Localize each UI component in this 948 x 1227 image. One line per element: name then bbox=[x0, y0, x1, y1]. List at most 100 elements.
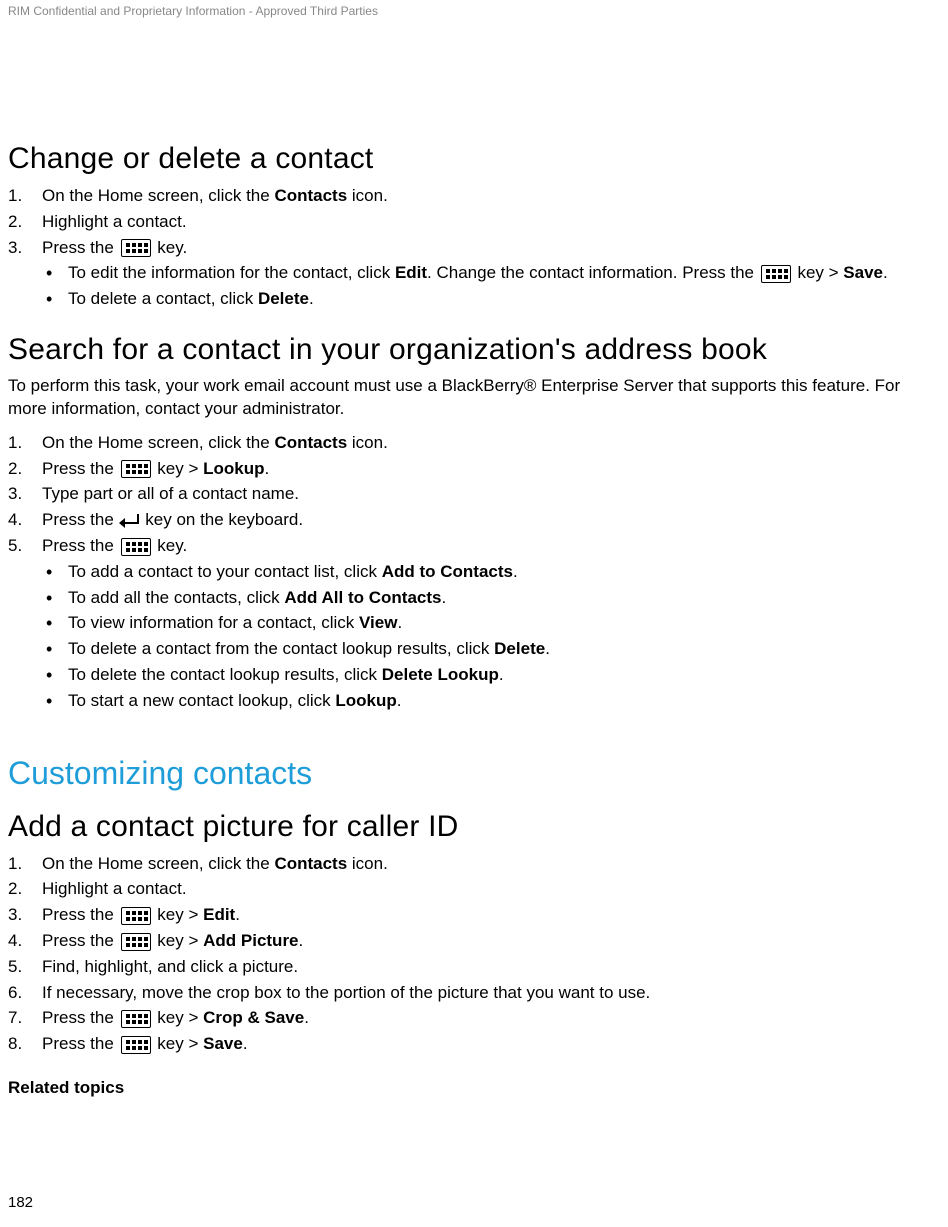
step-bold: Crop & Save bbox=[203, 1008, 304, 1027]
step-item: Find, highlight, and click a picture. bbox=[8, 955, 940, 979]
enter-key-icon bbox=[121, 514, 139, 528]
step-item: Press the key. To add a contact to your … bbox=[8, 534, 940, 713]
step-bold: Save bbox=[203, 1034, 243, 1053]
bullet-item: To delete a contact, click Delete. bbox=[42, 287, 940, 311]
blackberry-key-icon bbox=[121, 460, 151, 478]
step-text: icon. bbox=[347, 433, 388, 452]
step-item: Press the key > Save. bbox=[8, 1032, 940, 1056]
step-text: On the Home screen, click the bbox=[42, 186, 274, 205]
step-text: On the Home screen, click the bbox=[42, 433, 274, 452]
bullet-bold: Add to Contacts bbox=[382, 562, 513, 581]
step-text: key. bbox=[153, 536, 188, 555]
bullet-text: . Change the contact information. Press … bbox=[427, 263, 759, 282]
bullet-item: To view information for a contact, click… bbox=[42, 611, 940, 635]
step-text: Press the bbox=[42, 905, 119, 924]
bullet-text: To delete a contact from the contact loo… bbox=[68, 639, 494, 658]
blackberry-key-icon bbox=[121, 907, 151, 925]
step-text: icon. bbox=[347, 186, 388, 205]
step-item: Press the key > Edit. bbox=[8, 903, 940, 927]
bullet-bold: Lookup bbox=[335, 691, 396, 710]
step-text: key > bbox=[153, 1034, 204, 1053]
step-item: Press the key on the keyboard. bbox=[8, 508, 940, 532]
step-text: On the Home screen, click the bbox=[42, 854, 274, 873]
related-topics: Related topics bbox=[8, 1078, 940, 1098]
bullet-bold: Delete bbox=[258, 289, 309, 308]
heading-add-picture: Add a contact picture for caller ID bbox=[8, 810, 940, 844]
step-item: Highlight a contact. bbox=[8, 210, 940, 234]
steps-change-delete: On the Home screen, click the Contacts i… bbox=[8, 184, 940, 311]
blackberry-key-icon bbox=[121, 239, 151, 257]
confidential-header: RIM Confidential and Proprietary Informa… bbox=[8, 0, 940, 18]
steps-add-picture: On the Home screen, click the Contacts i… bbox=[8, 852, 940, 1056]
bullet-text: To edit the information for the contact,… bbox=[68, 263, 395, 282]
bullet-text: To delete the contact lookup results, cl… bbox=[68, 665, 382, 684]
bullet-bold: Delete bbox=[494, 639, 545, 658]
blackberry-key-icon bbox=[121, 538, 151, 556]
bullet-bold: Edit bbox=[395, 263, 427, 282]
blackberry-key-icon bbox=[761, 265, 791, 283]
bullet-text: . bbox=[309, 289, 314, 308]
step-item: Press the key > Add Picture. bbox=[8, 929, 940, 953]
step-text: key > bbox=[153, 905, 204, 924]
bullet-text: . bbox=[883, 263, 888, 282]
bullet-text: . bbox=[397, 691, 402, 710]
bullet-bold: Add All to Contacts bbox=[284, 588, 441, 607]
step-item: On the Home screen, click the Contacts i… bbox=[8, 184, 940, 208]
bullet-text: . bbox=[513, 562, 518, 581]
step-item: Press the key. To edit the information f… bbox=[8, 236, 940, 311]
step-text: . bbox=[235, 905, 240, 924]
bullet-item: To add a contact to your contact list, c… bbox=[42, 560, 940, 584]
step-item: On the Home screen, click the Contacts i… bbox=[8, 431, 940, 455]
step-text: Press the bbox=[42, 510, 119, 529]
step-item: Highlight a contact. bbox=[8, 877, 940, 901]
step-text: key on the keyboard. bbox=[141, 510, 304, 529]
step-text: . bbox=[265, 459, 270, 478]
bullet-text: . bbox=[397, 613, 402, 632]
bullet-bold: Save bbox=[843, 263, 883, 282]
step-text: key > bbox=[153, 459, 204, 478]
blackberry-key-icon bbox=[121, 1010, 151, 1028]
step-text: Press the bbox=[42, 931, 119, 950]
step-item: Press the key > Crop & Save. bbox=[8, 1006, 940, 1030]
step-bold: Contacts bbox=[274, 186, 347, 205]
section-title-customizing: Customizing contacts bbox=[8, 755, 940, 792]
sub-bullets: To add a contact to your contact list, c… bbox=[42, 560, 940, 713]
bullet-text: To delete a contact, click bbox=[68, 289, 258, 308]
bullet-text: To view information for a contact, click bbox=[68, 613, 359, 632]
heading-search-contact: Search for a contact in your organizatio… bbox=[8, 333, 940, 367]
step-bold: Contacts bbox=[274, 433, 347, 452]
bullet-item: To edit the information for the contact,… bbox=[42, 261, 940, 285]
step-bold: Contacts bbox=[274, 854, 347, 873]
step-text: key. bbox=[153, 238, 188, 257]
step-text: Press the bbox=[42, 238, 119, 257]
step-item: Type part or all of a contact name. bbox=[8, 482, 940, 506]
step-text: key > bbox=[153, 1008, 204, 1027]
bullet-text: . bbox=[545, 639, 550, 658]
heading-change-delete: Change or delete a contact bbox=[8, 142, 940, 176]
step-text: Press the bbox=[42, 1008, 119, 1027]
page-number: 182 bbox=[8, 1194, 33, 1211]
step-text: icon. bbox=[347, 854, 388, 873]
bullet-text: . bbox=[441, 588, 446, 607]
bullet-item: To add all the contacts, click Add All t… bbox=[42, 586, 940, 610]
step-text: Press the bbox=[42, 459, 119, 478]
step-bold: Lookup bbox=[203, 459, 264, 478]
step-text: key > bbox=[153, 931, 204, 950]
blackberry-key-icon bbox=[121, 1036, 151, 1054]
bullet-text: To add all the contacts, click bbox=[68, 588, 284, 607]
step-item: Press the key > Lookup. bbox=[8, 457, 940, 481]
bullet-item: To delete a contact from the contact loo… bbox=[42, 637, 940, 661]
step-bold: Add Picture bbox=[203, 931, 298, 950]
step-text: . bbox=[304, 1008, 309, 1027]
bullet-item: To delete the contact lookup results, cl… bbox=[42, 663, 940, 687]
step-item: On the Home screen, click the Contacts i… bbox=[8, 852, 940, 876]
steps-search-contact: On the Home screen, click the Contacts i… bbox=[8, 431, 940, 713]
step-item: If necessary, move the crop box to the p… bbox=[8, 981, 940, 1005]
bullet-bold: Delete Lookup bbox=[382, 665, 499, 684]
bullet-item: To start a new contact lookup, click Loo… bbox=[42, 689, 940, 713]
step-bold: Edit bbox=[203, 905, 235, 924]
bullet-text: key > bbox=[793, 263, 844, 282]
bullet-text: To add a contact to your contact list, c… bbox=[68, 562, 382, 581]
sub-bullets: To edit the information for the contact,… bbox=[42, 261, 940, 311]
bullet-bold: View bbox=[359, 613, 397, 632]
